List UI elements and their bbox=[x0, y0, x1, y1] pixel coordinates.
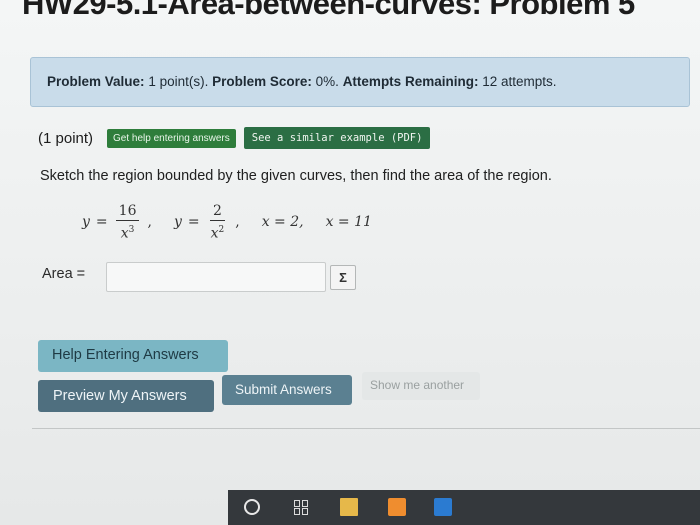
eq1-fraction: 16 x3 bbox=[115, 202, 140, 243]
attempts-remaining: 12 attempts. bbox=[482, 74, 557, 89]
preview-answers-button[interactable]: Preview My Answers bbox=[38, 380, 214, 412]
eq2-denominator: x2 bbox=[210, 224, 225, 242]
webwork-page: HW29-5.1-Area-between-curves: Problem 5 … bbox=[0, 0, 700, 525]
area-label: Area = bbox=[42, 266, 86, 282]
problem-score: 0%. bbox=[315, 74, 339, 89]
problem-instruction: Sketch the region bounded by the given c… bbox=[40, 168, 552, 184]
similar-example-link[interactable]: See a similar example (PDF) bbox=[243, 127, 431, 149]
eq1-numerator: 16 bbox=[115, 202, 140, 221]
problem-points: (1 point) bbox=[38, 129, 94, 147]
show-me-another-button[interactable]: Show me another bbox=[362, 372, 480, 400]
eq2-numerator: 2 bbox=[209, 202, 225, 221]
problem-value: 1 point(s). bbox=[148, 74, 209, 89]
equals-sign: = bbox=[187, 214, 200, 230]
equation-editor-button[interactable]: Σ bbox=[330, 265, 356, 290]
divider bbox=[32, 428, 700, 429]
store-icon[interactable] bbox=[388, 498, 406, 516]
eq2-lhs: y bbox=[173, 214, 182, 230]
area-answer-input[interactable] bbox=[106, 262, 326, 292]
eq1-lhs: y bbox=[82, 214, 90, 230]
eq1-denominator: x3 bbox=[120, 224, 135, 242]
task-view-icon[interactable] bbox=[292, 498, 310, 516]
comma: , bbox=[235, 214, 240, 230]
problem-header-row: (1 point) Get help entering answers See … bbox=[38, 126, 431, 150]
file-explorer-icon[interactable] bbox=[340, 498, 358, 516]
attempts-remaining-label: Attempts Remaining: bbox=[342, 74, 479, 89]
problem-value-label: Problem Value: bbox=[47, 74, 145, 89]
eq2-fraction: 2 x2 bbox=[208, 202, 228, 243]
search-icon[interactable] bbox=[244, 499, 260, 515]
problem-score-label: Problem Score: bbox=[212, 74, 312, 89]
taskbar bbox=[228, 490, 700, 525]
equals-sign: = bbox=[95, 214, 108, 230]
get-help-link[interactable]: Get help entering answers bbox=[107, 128, 236, 148]
submit-answers-button[interactable]: Submit Answers bbox=[222, 375, 352, 405]
help-entering-answers-button[interactable]: Help Entering Answers bbox=[38, 340, 228, 372]
problem-equations: y = 16 x3 , y = 2 x2 , x = 2, x = 11 bbox=[82, 200, 372, 244]
comma: , bbox=[147, 214, 152, 230]
problem-info-bar: Problem Value: 1 point(s). Problem Score… bbox=[30, 57, 690, 107]
eq3: x = 2, bbox=[261, 214, 304, 230]
page-title: HW29-5.1-Area-between-curves: Problem 5 bbox=[22, 0, 635, 21]
mail-icon[interactable] bbox=[434, 498, 452, 516]
eq4: x = 11 bbox=[325, 214, 372, 230]
